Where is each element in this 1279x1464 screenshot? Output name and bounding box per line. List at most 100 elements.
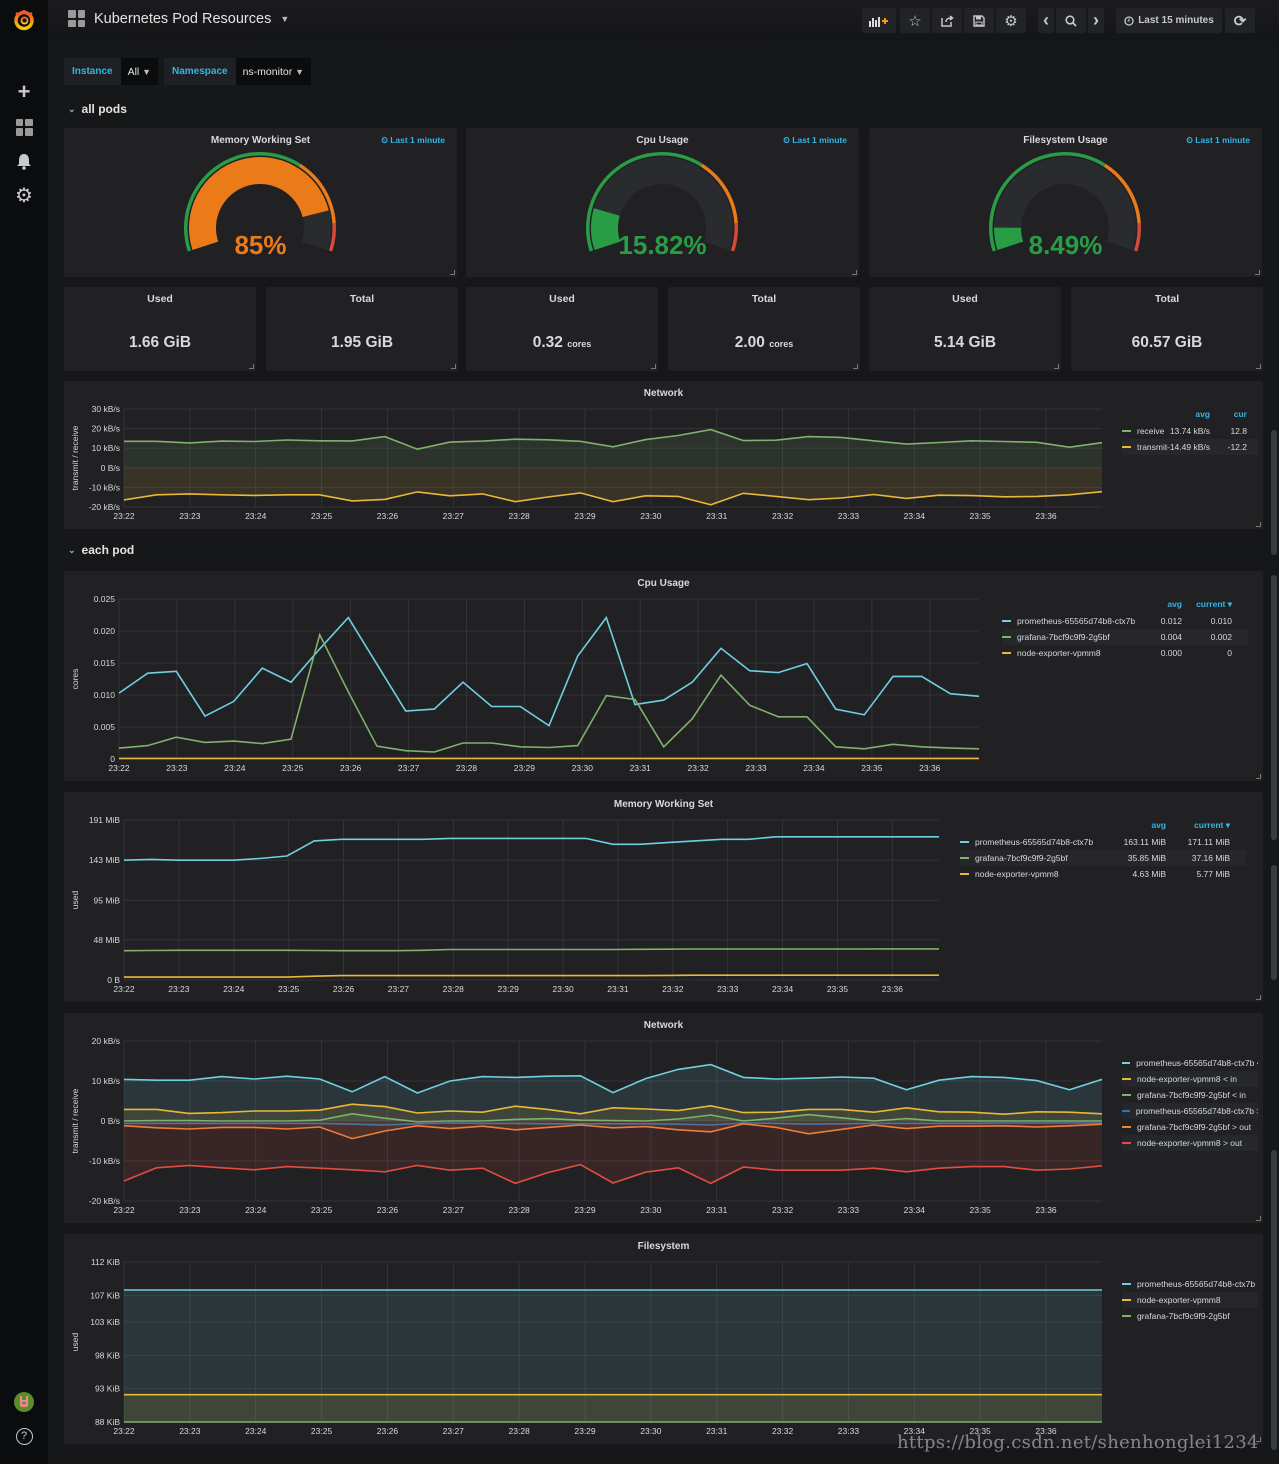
page-scrollbar-thumb[interactable] (1271, 430, 1277, 555)
resize-handle[interactable] (1256, 995, 1261, 1000)
stat-title: Used (147, 293, 173, 305)
legend-item[interactable]: prometheus-65565d74b8-ctx7b > out (1122, 1103, 1258, 1119)
series-color-swatch (1122, 1314, 1131, 1318)
series-color-swatch (1122, 1125, 1131, 1129)
legend-cur-value: 5.77 MiB (1196, 869, 1230, 879)
legend-column-header[interactable]: cur (1207, 409, 1247, 419)
legend-cur-value: 12.8 (1230, 426, 1247, 436)
legend-item[interactable]: grafana-7bcf9c9f9-2g5bf < in (1122, 1087, 1258, 1103)
share-button[interactable] (932, 8, 962, 33)
legend-item[interactable]: node-exporter-vpmm8 < in (1122, 1071, 1258, 1087)
legend-avg-value: 4.63 MiB (1132, 869, 1166, 879)
x-tick-label: 23:32 (662, 984, 684, 994)
panel-gauge: Memory Working Set ⏲ Last 1 minute 85% (64, 128, 457, 277)
star-button[interactable]: ☆ (900, 8, 930, 33)
grafana-logo-icon[interactable] (12, 8, 36, 32)
resize-handle[interactable] (1256, 1216, 1261, 1221)
dashboard-grid-icon (68, 10, 85, 27)
panel-network-all: Network 30 kB/s 20 kB/s 10 kB/s 0 B/s -10 kB… (64, 381, 1277, 529)
resize-handle[interactable] (1256, 364, 1261, 369)
refresh-button[interactable]: ⟳ (1225, 8, 1255, 33)
variable-label: Namespace (164, 58, 236, 85)
resize-handle[interactable] (852, 270, 857, 275)
time-shift-back-button[interactable]: ‹ (1038, 8, 1054, 33)
help-icon[interactable]: ? (12, 1424, 36, 1448)
legend-series-name: grafana-7bcf9c9f9-2g5bf > out (1137, 1122, 1252, 1132)
stat-value: 1.95 GiB (266, 334, 458, 352)
x-tick-label: 23:30 (640, 1205, 662, 1215)
x-tick-label: 23:24 (245, 511, 267, 521)
stat-panel: Total 60.57 GiB (1071, 287, 1263, 371)
dashboard-main: Kubernetes Pod Resources ▼ ☆ ⚙ ‹ › Last … (48, 0, 1279, 1464)
dashboard-title-dropdown[interactable]: Kubernetes Pod Resources ▼ (68, 10, 289, 27)
add-panel-button[interactable] (862, 8, 896, 33)
page-scrollbar-thumb[interactable] (1271, 575, 1277, 840)
clock-icon (1124, 15, 1134, 26)
x-tick-label: 23:26 (377, 511, 399, 521)
legend-column-header[interactable]: current ▾ (1190, 820, 1230, 831)
settings-button[interactable]: ⚙ (996, 8, 1026, 33)
legend-column-header[interactable]: current ▾ (1192, 599, 1232, 610)
time-range-picker[interactable]: Last 15 minutes (1116, 8, 1222, 33)
x-tick-label: 23:33 (838, 1205, 860, 1215)
series-color-swatch (1002, 619, 1011, 623)
x-tick-label: 23:24 (245, 1426, 267, 1436)
series-color-swatch (1122, 1077, 1131, 1081)
y-tick-label: 98 KiB (95, 1350, 120, 1360)
page-scrollbar-thumb[interactable] (1271, 865, 1277, 980)
resize-handle[interactable] (853, 364, 858, 369)
x-tick-label: 23:25 (311, 511, 333, 521)
legend-item[interactable]: grafana-7bcf9c9f9-2g5bf > out (1122, 1119, 1258, 1135)
legend-column-header[interactable]: avg (1170, 409, 1210, 419)
series-color-swatch (1122, 1061, 1131, 1065)
x-tick-label: 23:26 (377, 1205, 399, 1215)
dashboards-grid-icon[interactable] (12, 115, 36, 139)
legend-item[interactable]: node-exporter-vpmm8 (1122, 1292, 1258, 1308)
legend-item[interactable]: prometheus-65565d74b8-ctx7b (1122, 1276, 1258, 1292)
zoom-out-button[interactable] (1056, 8, 1086, 33)
legend-item[interactable]: node-exporter-vpmm8 > out (1122, 1135, 1258, 1151)
legend-column-header[interactable]: avg (1126, 820, 1166, 830)
network-pod-chart: 20 kB/s10 kB/s0 B/s-10 kB/s-20 kB/s23:22… (70, 1036, 1103, 1215)
dashboard-title: Kubernetes Pod Resources (94, 10, 272, 27)
row-each-pod[interactable]: ⌄ each pod (68, 543, 134, 557)
bell-icon[interactable] (12, 149, 36, 173)
x-tick-label: 23:28 (509, 1426, 531, 1436)
legend-item[interactable]: grafana-7bcf9c9f9-2g5bf (1122, 1308, 1258, 1324)
save-button[interactable] (964, 8, 994, 33)
watermark-text: https://blog.csdn.net/shenhonglei1234 (897, 1432, 1259, 1453)
filesystem-pod-chart: 112 KiB107 KiB103 KiB98 KiB93 KiB88 KiB2… (70, 1257, 1102, 1436)
time-shift-forward-button[interactable]: › (1088, 8, 1104, 33)
series-color-swatch (1002, 635, 1011, 639)
resize-handle[interactable] (249, 364, 254, 369)
gauge-value: 15.82% (618, 230, 707, 260)
resize-handle[interactable] (1256, 774, 1261, 779)
gear-icon[interactable]: ⚙ (12, 183, 36, 207)
legend-series-name: grafana-7bcf9c9f9-2g5bf (975, 853, 1068, 863)
plus-icon[interactable]: + (12, 79, 36, 104)
resize-handle[interactable] (451, 364, 456, 369)
chart-legend: avg cur receive 13.74 kB/s 12.8 transmit -14.4… (1102, 409, 1262, 539)
y-axis-label: used (70, 891, 80, 910)
resize-handle[interactable] (450, 270, 455, 275)
chart-legend: prometheus-65565d74b8-ctx7b < in node-exp… (1102, 1055, 1262, 1185)
resize-handle[interactable] (651, 364, 656, 369)
avatar-icon[interactable] (12, 1390, 36, 1414)
resize-handle[interactable] (1255, 270, 1260, 275)
share-icon (940, 14, 954, 27)
legend-item[interactable]: prometheus-65565d74b8-ctx7b < in (1122, 1055, 1258, 1071)
resize-handle[interactable] (1256, 522, 1261, 527)
row-all-pods[interactable]: ⌄ all pods (68, 102, 127, 116)
instance-select[interactable]: All ▼ (120, 58, 159, 85)
x-tick-label: 23:31 (706, 1426, 728, 1436)
namespace-select[interactable]: ns-monitor ▼ (235, 58, 312, 85)
page-scrollbar-thumb[interactable] (1271, 1150, 1277, 1450)
resize-handle[interactable] (1054, 364, 1059, 369)
legend-cur-value: 171.11 MiB (1187, 837, 1230, 847)
legend-column-header[interactable]: avg (1142, 599, 1182, 609)
stat-title: Used (952, 293, 978, 305)
stat-number: 2.00 (734, 334, 765, 351)
x-tick-label: 23:34 (803, 763, 825, 773)
x-tick-label: 23:29 (514, 763, 536, 773)
series-line (118, 632, 980, 753)
